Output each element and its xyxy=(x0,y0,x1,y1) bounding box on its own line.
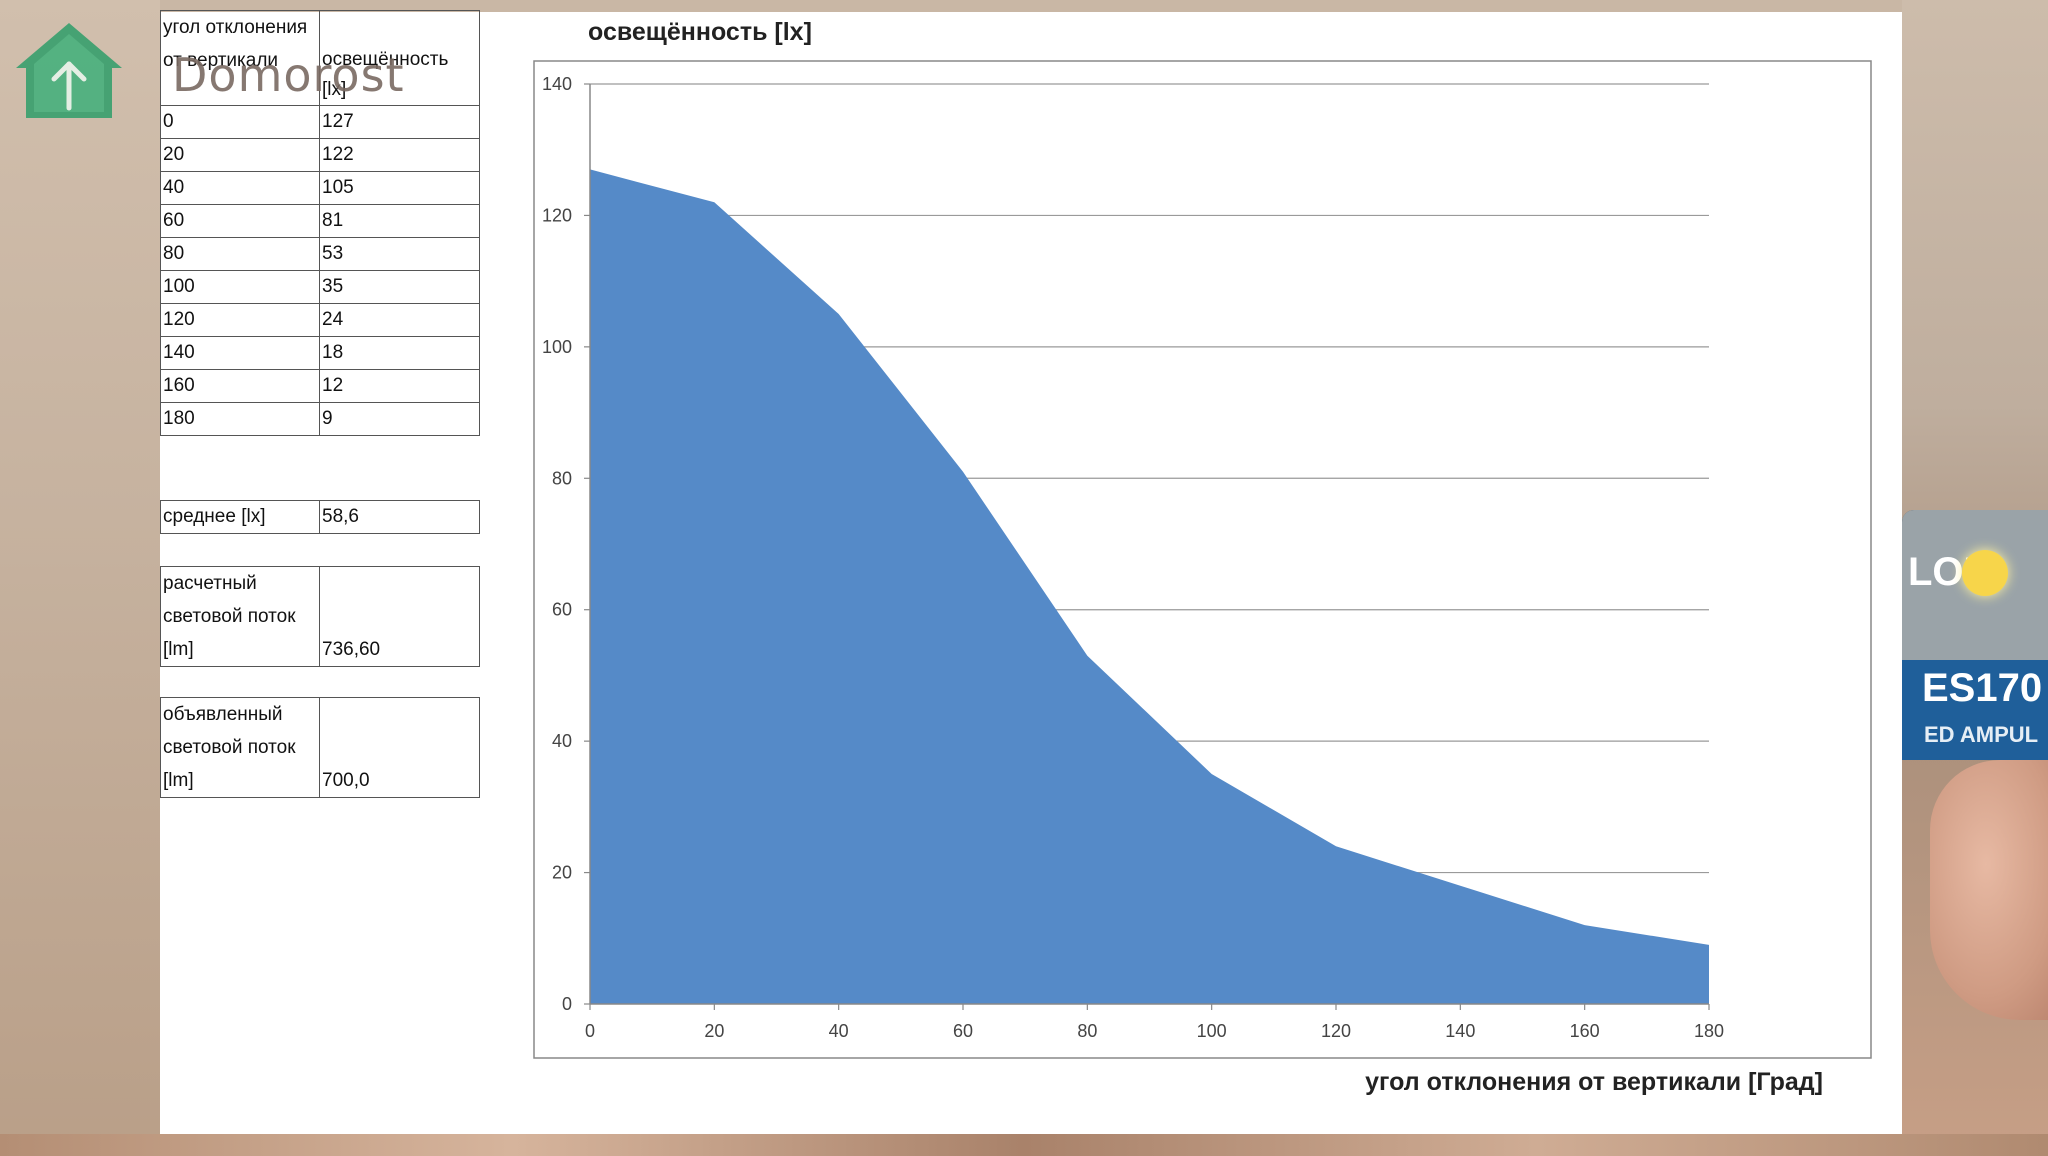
brand-name: Domorost xyxy=(172,48,405,102)
y-tick-label: 80 xyxy=(552,468,572,488)
y-tick-label: 120 xyxy=(542,205,572,225)
x-tick-label: 180 xyxy=(1694,1021,1724,1041)
y-tick-label: 0 xyxy=(562,994,572,1014)
house-up-arrow-icon xyxy=(16,23,122,118)
x-tick-label: 0 xyxy=(585,1021,595,1041)
illuminance-chart: освещённость [lx] 0 20 40 60 80 100 120 140 0 20… xyxy=(533,18,1872,1096)
y-tick-label: 100 xyxy=(542,337,572,357)
y-tick-label: 40 xyxy=(552,731,572,751)
chart-title: освещённость [lx] xyxy=(588,18,812,46)
x-tick-label: 60 xyxy=(953,1021,973,1041)
x-axis-label: угол отклонения от вертикали [Град] xyxy=(1365,1068,1823,1096)
y-tick-label: 140 xyxy=(542,74,572,94)
x-tick-label: 100 xyxy=(1197,1021,1227,1041)
x-tick-label: 40 xyxy=(829,1021,849,1041)
y-tick-label: 60 xyxy=(552,600,572,620)
x-tick-label: 160 xyxy=(1570,1021,1600,1041)
illuminance-area xyxy=(590,169,1709,1004)
x-tick-label: 120 xyxy=(1321,1021,1351,1041)
x-tick-label: 140 xyxy=(1445,1021,1475,1041)
x-tick-label: 20 xyxy=(704,1021,724,1041)
x-tick-label: 80 xyxy=(1077,1021,1097,1041)
y-tick-label: 20 xyxy=(552,863,572,883)
